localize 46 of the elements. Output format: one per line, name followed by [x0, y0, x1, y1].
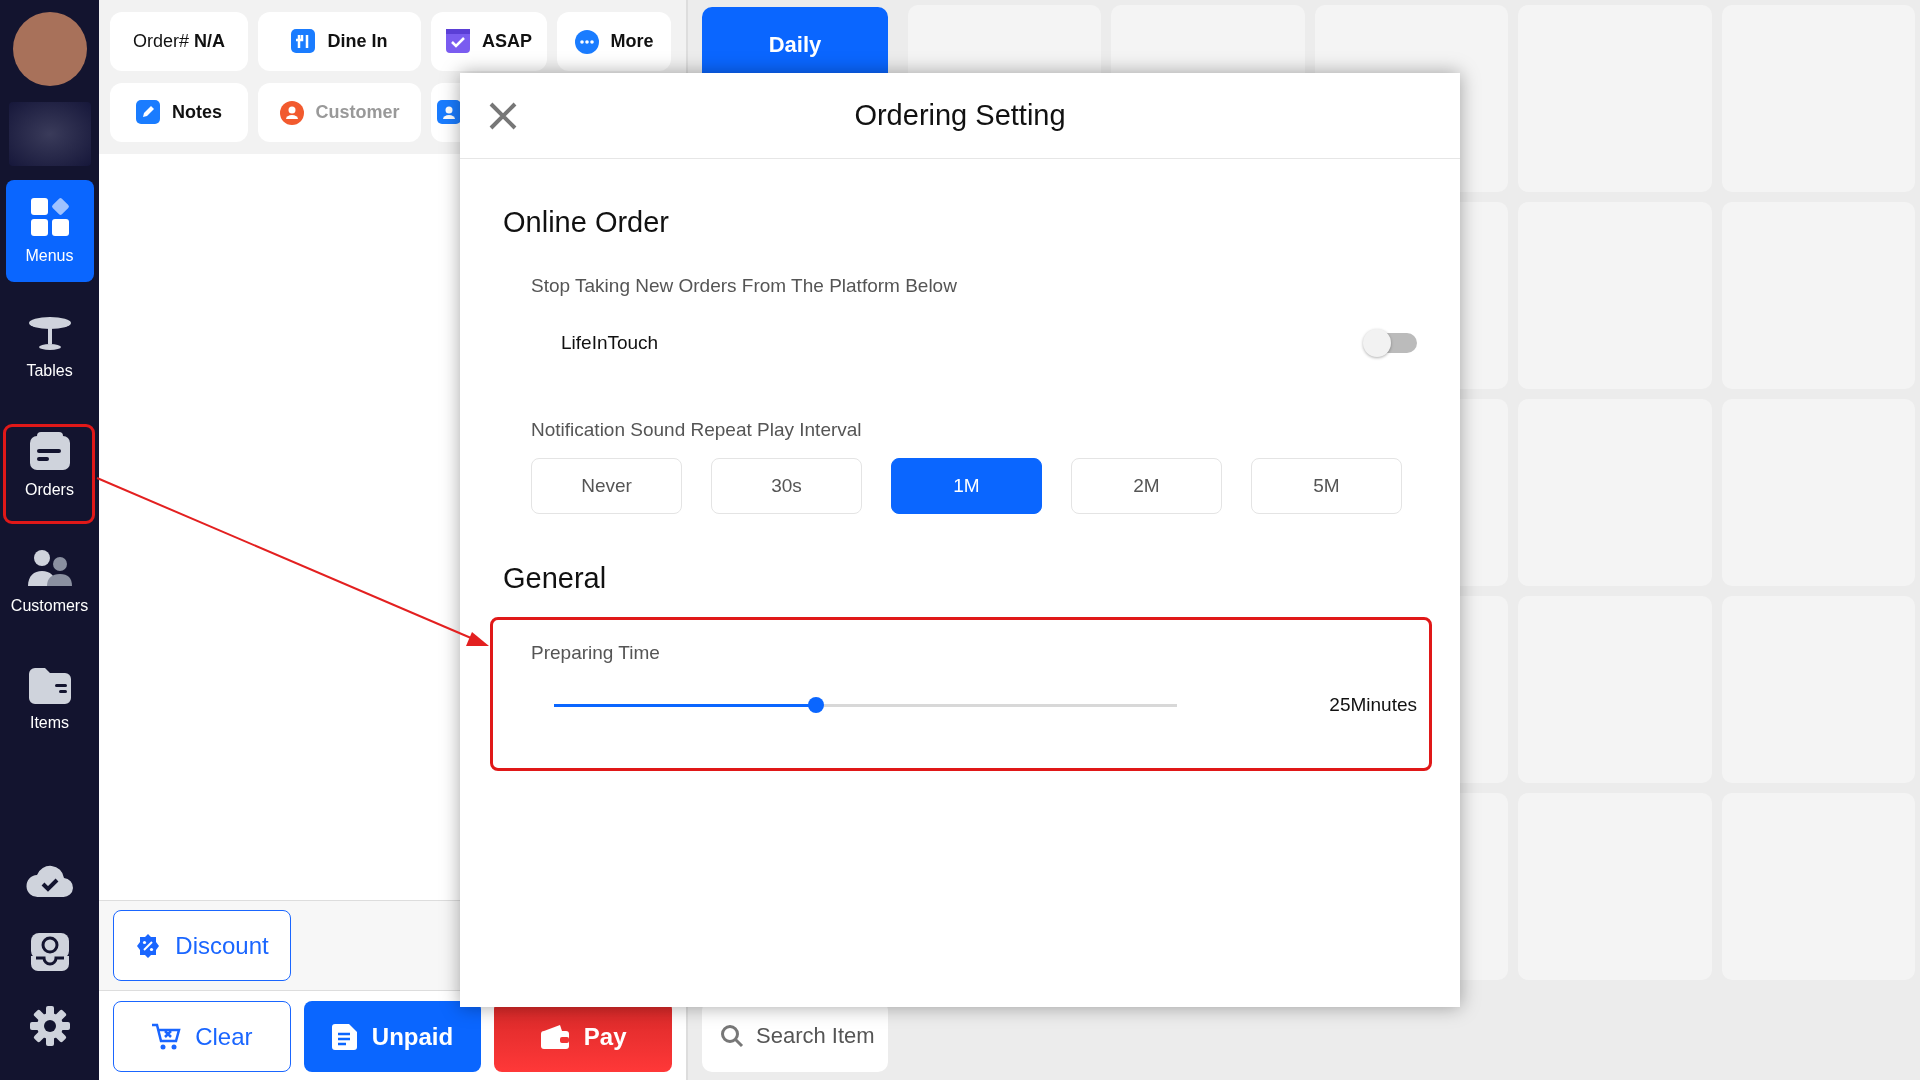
setting-label: Notification Sound Repeat Play Interval — [531, 419, 863, 441]
discount-badge-icon — [135, 932, 162, 959]
sidebar-item[interactable]: Orders — [5, 414, 94, 516]
slider-value: 25Minutes — [1329, 694, 1417, 716]
discount-button[interactable]: Discount — [113, 910, 291, 981]
interval-option[interactable]: 5M — [1251, 458, 1402, 514]
platform-name: LifeInTouch — [561, 332, 659, 354]
people-icon — [26, 549, 73, 587]
person-icon — [279, 99, 306, 126]
cloud-check-icon[interactable] — [25, 864, 74, 898]
order-option-button[interactable]: Dine In — [258, 12, 421, 71]
interval-option[interactable]: 2M — [1071, 458, 1222, 514]
order-number: Order# N/A — [110, 12, 248, 71]
dialog-title: Ordering Setting — [854, 99, 1066, 132]
close-icon[interactable] — [488, 101, 518, 131]
section-heading: Online Order — [503, 206, 670, 239]
interval-option[interactable]: 30s — [711, 458, 862, 514]
sidebar-item[interactable]: Customers — [5, 531, 94, 633]
calendar-check-icon — [446, 28, 472, 55]
order-option-button[interactable]: ASAP — [431, 12, 547, 71]
setting-label: Preparing Time — [531, 642, 661, 664]
pencil-icon — [136, 99, 162, 126]
cutlery-icon — [291, 28, 318, 55]
wallet-icon — [539, 1023, 570, 1050]
grid-icon — [29, 197, 70, 237]
order-option-button[interactable]: Notes — [110, 83, 248, 142]
calendar-icon — [28, 431, 71, 471]
cart-icon — [151, 1022, 182, 1051]
settings-icon[interactable] — [29, 1006, 70, 1046]
more-icon — [574, 28, 601, 55]
interval-option[interactable]: Never — [531, 458, 682, 514]
search-icon — [720, 1024, 744, 1048]
clear-button[interactable]: Clear — [113, 1001, 291, 1072]
sidebar-item[interactable]: Items — [5, 648, 94, 750]
document-icon — [331, 1022, 358, 1051]
sidebar-item[interactable]: Menus — [5, 180, 94, 282]
section-heading: General — [503, 562, 608, 595]
order-option-button[interactable]: More — [557, 12, 671, 71]
setting-label: Stop Taking New Orders From The Platform Below — [531, 275, 958, 297]
table-icon — [27, 316, 72, 352]
folder-icon — [26, 666, 73, 704]
slider-thumb[interactable] — [807, 697, 824, 713]
sidebar-item[interactable]: Tables — [5, 297, 94, 399]
unpaid-button[interactable]: Unpaid — [303, 1001, 482, 1072]
cash-drawer-icon[interactable] — [29, 932, 70, 972]
interval-option[interactable]: 1M — [891, 458, 1042, 514]
